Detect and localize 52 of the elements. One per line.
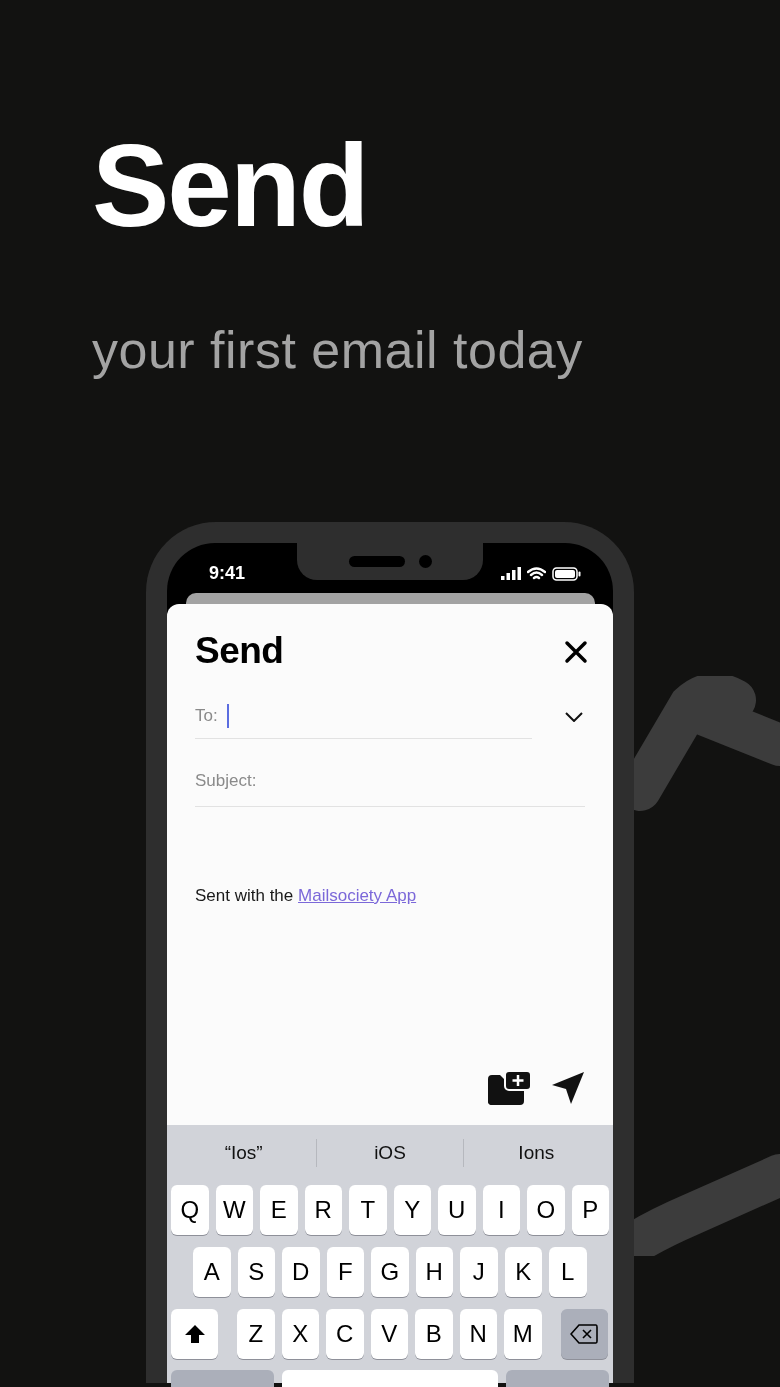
to-label: To:	[195, 704, 218, 727]
keyboard-key[interactable]: A	[193, 1247, 231, 1297]
keyboard-key[interactable]: O	[527, 1185, 565, 1235]
keyboard-key[interactable]: J	[460, 1247, 498, 1297]
suggestion[interactable]: iOS	[374, 1138, 406, 1168]
keyboard-key[interactable]: I	[482, 1185, 520, 1235]
headline: Send	[92, 128, 369, 244]
attach-button[interactable]	[488, 1071, 531, 1105]
keyboard-key[interactable]: R	[304, 1185, 342, 1235]
keyboard-key[interactable]: W	[215, 1185, 253, 1235]
keyboard-key[interactable]: K	[504, 1247, 542, 1297]
subject-label: Subject:	[195, 769, 257, 792]
battery-icon	[552, 566, 581, 581]
wifi-icon	[527, 566, 546, 581]
close-button[interactable]	[564, 640, 588, 664]
keyboard-key[interactable]: Z	[237, 1309, 275, 1359]
app-link[interactable]: Mailsociety App	[298, 886, 417, 905]
keyboard-key[interactable]: F	[326, 1247, 364, 1297]
keyboard-key[interactable]: U	[438, 1185, 476, 1235]
keyboard-key[interactable]: Y	[393, 1185, 431, 1235]
keyboard-key[interactable]: D	[282, 1247, 320, 1297]
shift-arrow-icon	[183, 1324, 206, 1344]
keyboard-key[interactable]: T	[349, 1185, 387, 1235]
speaker-grille	[348, 556, 405, 567]
keyboard-key[interactable]: H	[415, 1247, 453, 1297]
keyboard-key[interactable]: C	[326, 1309, 364, 1359]
keyboard-key[interactable]: V	[370, 1309, 408, 1359]
status-time: 9:41	[209, 562, 246, 585]
keyboard-key[interactable]: S	[237, 1247, 275, 1297]
close-icon	[564, 640, 588, 664]
expand-button[interactable]	[565, 712, 583, 722]
suggestion[interactable]: “Ios”	[224, 1138, 263, 1168]
keyboard-key[interactable]: M	[504, 1309, 542, 1359]
send-button[interactable]	[551, 1071, 585, 1105]
backspace-icon	[570, 1324, 598, 1344]
shift-key[interactable]	[171, 1309, 218, 1359]
folder-plus-icon	[488, 1071, 531, 1105]
compose-title: Send	[195, 632, 284, 669]
keyboard-key[interactable]: P	[571, 1185, 609, 1235]
keyboard-key[interactable]: G	[371, 1247, 409, 1297]
keyboard-key[interactable]: L	[549, 1247, 587, 1297]
signature-text: Sent with the	[195, 886, 295, 905]
delete-key[interactable]	[560, 1309, 608, 1359]
paper-plane-icon	[551, 1071, 585, 1105]
keyboard-key[interactable]: N	[459, 1309, 497, 1359]
keyboard-key[interactable]: X	[281, 1309, 319, 1359]
keyboard-key[interactable]: B	[415, 1309, 453, 1359]
keyboard-key[interactable]: Q	[171, 1185, 209, 1235]
suggestion[interactable]: Ions	[518, 1138, 555, 1168]
keyboard-key[interactable]: E	[260, 1185, 298, 1235]
chevron-down-icon	[565, 712, 583, 722]
signal-icon	[501, 567, 521, 580]
